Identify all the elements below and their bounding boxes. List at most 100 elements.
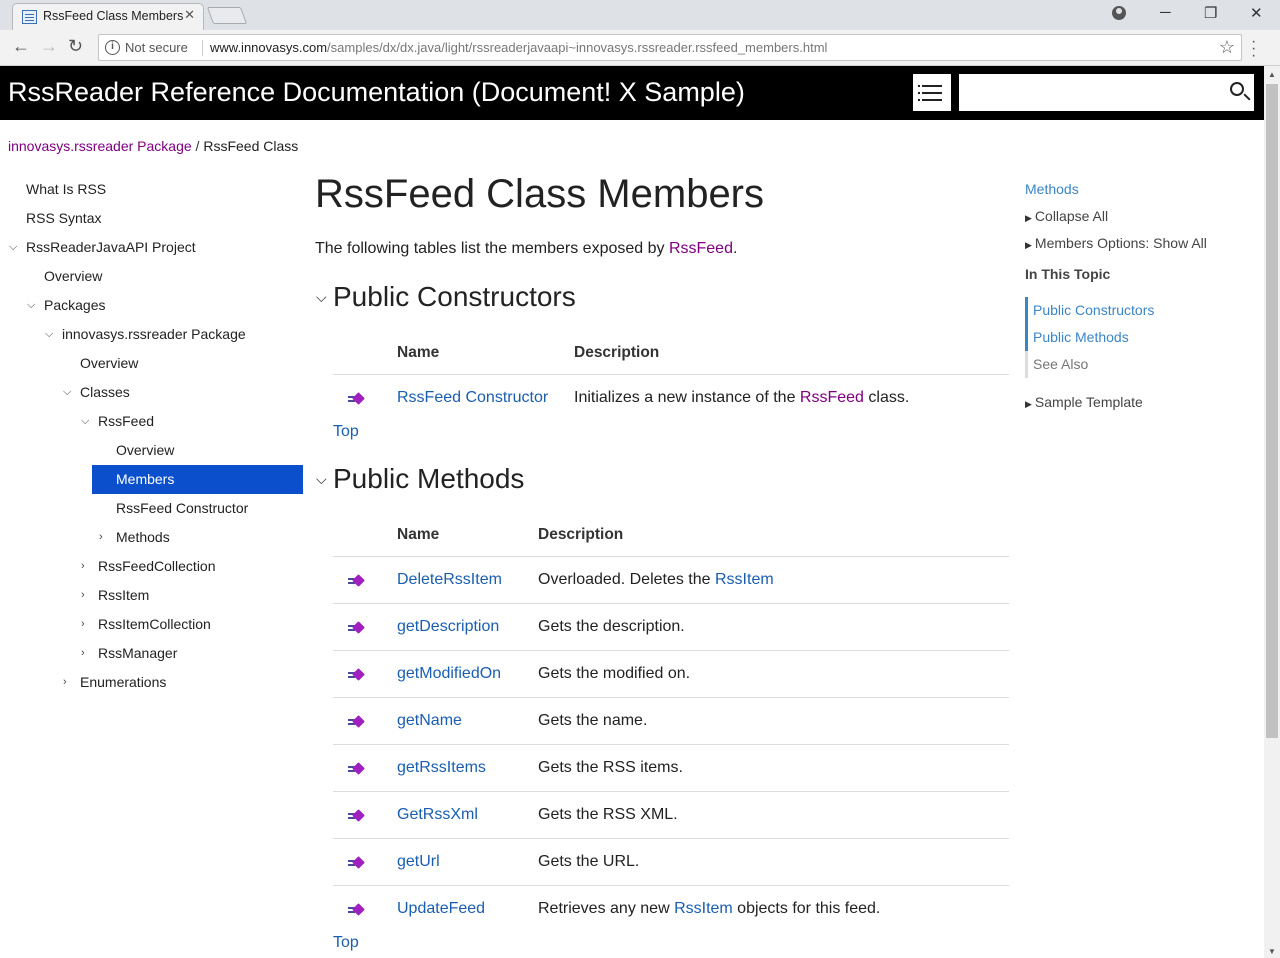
tab-close-icon[interactable]: ✕ <box>184 7 195 23</box>
url-text[interactable]: www.innovasys.com/samples/dx/dx.java/lig… <box>210 40 827 55</box>
search-input[interactable] <box>959 74 1254 111</box>
description-link[interactable]: RssFeed <box>800 389 864 406</box>
toc-see-also[interactable]: See Also <box>1025 351 1205 378</box>
nav-item-enumerations[interactable]: › Enumerations <box>0 668 303 697</box>
reload-icon[interactable]: ↻ <box>68 36 83 57</box>
nav-item-rssitemcollection[interactable]: › RssItemCollection <box>0 610 303 639</box>
search-icon[interactable] <box>1230 82 1244 96</box>
new-tab-button[interactable] <box>206 7 248 24</box>
methods-link[interactable]: Methods <box>1025 181 1079 197</box>
scroll-down-icon[interactable]: ▼ <box>1268 947 1276 956</box>
nav-item-rssitem[interactable]: › RssItem <box>0 581 303 610</box>
info-icon[interactable]: i <box>105 40 120 55</box>
member-link[interactable]: DeleteRssItem <box>397 571 502 589</box>
browser-tab[interactable]: RssFeed Class Members ✕ <box>12 3 204 30</box>
chevron-right-icon[interactable]: › <box>81 639 91 668</box>
address-bar[interactable]: i Not secure www.innovasys.com/samples/d… <box>98 34 1242 61</box>
chevron-right-icon[interactable]: › <box>81 610 91 639</box>
close-window-icon[interactable]: ✕ <box>1250 4 1263 22</box>
intro-suffix: . <box>732 240 738 257</box>
toc-public-methods[interactable]: Public Methods <box>1025 324 1205 351</box>
nav-item-package[interactable]: ⌵ innovasys.rssreader Package <box>0 320 303 349</box>
collapse-methods-icon[interactable]: ⌵ <box>316 471 327 488</box>
nav-item-members[interactable]: Members <box>92 465 303 494</box>
restore-icon[interactable]: ❐ <box>1204 4 1217 22</box>
nav-item-label: Overview <box>116 442 175 458</box>
breadcrumb-current: RssFeed Class <box>203 138 299 154</box>
nav-item-what-is-rss[interactable]: What Is RSS <box>0 175 303 204</box>
nav-item-label: What Is RSS <box>26 181 107 197</box>
member-link[interactable]: getRssItems <box>397 759 486 777</box>
nav-item-classes[interactable]: ⌵ Classes <box>0 378 303 407</box>
page-scrollbar[interactable]: ▲ ▼ <box>1264 66 1280 958</box>
chevron-right-icon[interactable]: › <box>63 668 73 697</box>
nav-item-package-overview[interactable]: Overview <box>0 349 303 378</box>
toc-toggle-button[interactable] <box>913 74 951 111</box>
browser-menu-icon[interactable]: · · · <box>1251 34 1256 64</box>
description-text: Retrieves any new <box>538 900 675 917</box>
methods-heading[interactable]: Public Methods <box>333 463 524 495</box>
toc-public-constructors[interactable]: Public Constructors <box>1025 297 1205 324</box>
member-link[interactable]: UpdateFeed <box>397 900 485 918</box>
members-options-button[interactable]: ▶ Members Options: Show All <box>1025 235 1207 251</box>
nav-item-packages[interactable]: ⌵ Packages <box>0 291 303 320</box>
table-divider <box>333 744 1009 745</box>
back-icon[interactable]: ← <box>12 36 30 57</box>
forward-icon[interactable]: → <box>40 36 58 57</box>
chevron-down-icon[interactable]: ⌵ <box>45 320 55 349</box>
nav-item-methods[interactable]: › Methods <box>0 523 303 552</box>
breadcrumb-package-link[interactable]: innovasys.rssreader Package <box>8 138 192 154</box>
member-link[interactable]: GetRssXml <box>397 806 478 824</box>
methods-col-name: Name <box>397 526 440 543</box>
member-link[interactable]: getDescription <box>397 618 499 636</box>
nav-item-rssfeed-overview[interactable]: Overview <box>0 436 303 465</box>
public-method-icon <box>348 903 366 916</box>
bookmark-star-icon[interactable]: ☆ <box>1219 37 1235 58</box>
top-link[interactable]: Top <box>333 423 359 441</box>
breadcrumb-separator: / <box>191 138 204 154</box>
nav-item-rssfeed-constructor[interactable]: RssFeed Constructor <box>0 494 303 523</box>
not-secure-label: Not secure <box>125 40 188 55</box>
nav-item-rssfeed[interactable]: ⌵ RssFeed <box>0 407 303 436</box>
member-description: Gets the name. <box>538 712 648 729</box>
member-description: Gets the URL. <box>538 853 640 870</box>
sample-template-button[interactable]: ▶ Sample Template <box>1025 394 1143 410</box>
members-options-label: Members Options: Show All <box>1034 235 1207 251</box>
nav-item-rss-syntax[interactable]: RSS Syntax <box>0 204 303 233</box>
nav-item-label: Enumerations <box>80 674 167 690</box>
top-link[interactable]: Top <box>333 934 359 952</box>
member-link[interactable]: getName <box>397 712 462 730</box>
nav-item-rssmanager[interactable]: › RssManager <box>0 639 303 668</box>
collapse-all-button[interactable]: ▶ Collapse All <box>1025 208 1108 224</box>
nav-item-label: Overview <box>80 355 139 371</box>
member-link[interactable]: RssFeed Constructor <box>397 389 548 407</box>
chevron-down-icon[interactable]: ⌵ <box>27 291 37 320</box>
chevron-right-icon[interactable]: › <box>99 523 109 552</box>
member-description: Gets the modified on. <box>538 665 691 682</box>
collapse-all-label: Collapse All <box>1034 208 1109 224</box>
chevron-down-icon[interactable]: ⌵ <box>81 407 91 436</box>
chevron-right-icon[interactable]: › <box>81 552 91 581</box>
member-link[interactable]: getModifiedOn <box>397 665 501 683</box>
minimize-icon[interactable]: ─ <box>1160 4 1171 21</box>
site-title[interactable]: RssReader Reference Documentation (Docum… <box>8 77 745 108</box>
description-link[interactable]: RssItem <box>674 900 733 917</box>
chevron-down-icon[interactable]: ⌵ <box>63 378 73 407</box>
description-link[interactable]: RssItem <box>715 571 774 588</box>
nav-item-rssfeedcollection[interactable]: › RssFeedCollection <box>0 552 303 581</box>
scroll-thumb[interactable] <box>1266 84 1278 738</box>
nav-item-project-overview[interactable]: Overview <box>0 262 303 291</box>
profile-icon[interactable] <box>1112 6 1126 20</box>
member-link[interactable]: getUrl <box>397 853 440 871</box>
constructors-heading[interactable]: Public Constructors <box>333 281 576 313</box>
chevron-right-icon[interactable]: › <box>81 581 91 610</box>
intro-rssfeed-link[interactable]: RssFeed <box>669 240 733 257</box>
page-favicon-icon <box>22 10 37 24</box>
chevron-down-icon[interactable]: ⌵ <box>9 233 19 262</box>
constructors-col-name: Name <box>397 344 440 361</box>
nav-item-project[interactable]: ⌵ RssReaderJavaAPI Project <box>0 233 303 262</box>
nav-item-label: RssFeed Constructor <box>116 500 249 516</box>
scroll-up-icon[interactable]: ▲ <box>1268 70 1276 79</box>
nav-item-label: RssItemCollection <box>98 616 211 632</box>
collapse-constructors-icon[interactable]: ⌵ <box>316 289 327 306</box>
